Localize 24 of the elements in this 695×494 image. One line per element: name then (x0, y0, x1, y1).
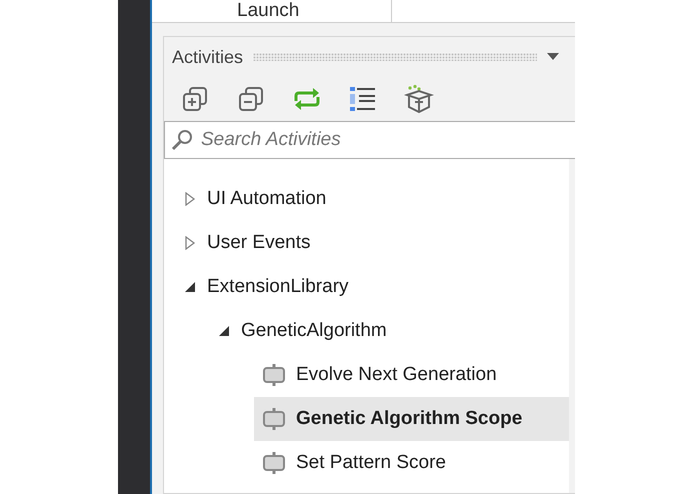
expand-all-icon (181, 85, 209, 113)
collapse-all-icon (237, 85, 265, 113)
tree-item[interactable]: ExtensionLibrary (164, 265, 569, 309)
package-icon (404, 84, 434, 114)
collapsed-arrow-icon[interactable] (183, 192, 197, 206)
refresh-icon (292, 87, 322, 111)
search-field[interactable]: Search Activities (164, 121, 575, 159)
tree-item[interactable]: GeneticAlgorithm (164, 309, 569, 353)
toolbar-button[interactable] (348, 84, 378, 114)
dropdown-caret-icon[interactable] (547, 53, 559, 61)
toolbar-button[interactable] (180, 84, 210, 114)
list-icon (348, 85, 378, 113)
drag-grip[interactable] (253, 53, 537, 61)
toolbar-button[interactable] (404, 84, 434, 114)
collapsed-arrow-icon[interactable] (183, 236, 197, 250)
tree-item[interactable]: User Events (164, 221, 569, 265)
expanded-arrow-icon[interactable] (217, 324, 231, 338)
toolbar-button[interactable] (236, 84, 266, 114)
expanded-arrow-icon[interactable] (183, 280, 197, 294)
tree-item[interactable]: UI Automation (164, 177, 569, 221)
tree-item[interactable]: Genetic Algorithm Scope (254, 397, 569, 441)
panel-title: Activities (172, 46, 244, 68)
tree-item[interactable]: Set Pattern Score (254, 441, 569, 485)
tree-item[interactable]: Evolve Next Generation (254, 353, 569, 397)
